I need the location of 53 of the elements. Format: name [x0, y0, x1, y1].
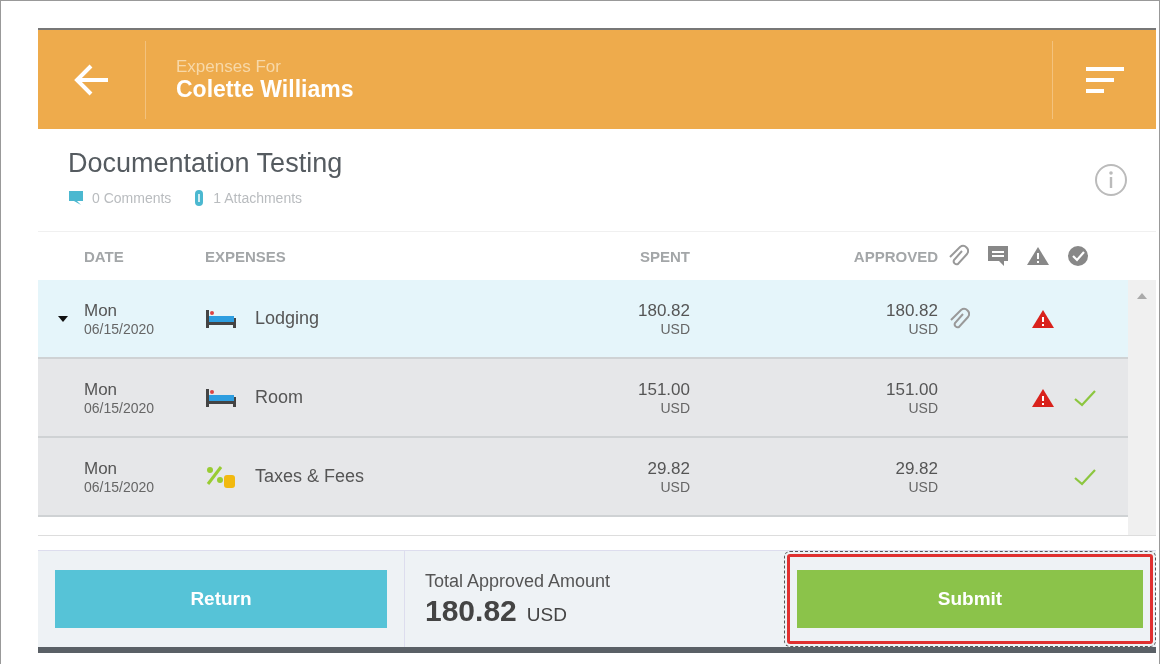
- expense-row[interactable]: Mon 06/15/2020 Lodging 180.82 USD 180.82 USD: [38, 280, 1128, 359]
- day-text: Mon: [84, 379, 119, 400]
- column-header: DATE: [84, 247, 125, 265]
- percent-coin-icon: [205, 464, 237, 489]
- currency-text: USD: [908, 478, 938, 495]
- day-text: Mon: [84, 300, 119, 321]
- header-subtitle: Expenses For: [176, 56, 282, 77]
- bed-icon: [205, 307, 237, 330]
- expense-name: Taxes & Fees: [255, 466, 365, 487]
- paperclip-icon[interactable]: [948, 306, 970, 331]
- date-text: 06/15/2020: [84, 399, 156, 416]
- currency-text: USD: [908, 399, 938, 416]
- spent-amount: 29.82: [647, 458, 690, 479]
- approved-amount: 29.82: [895, 458, 938, 479]
- currency-text: USD: [660, 320, 690, 337]
- column-header: EXPENSES: [205, 247, 287, 265]
- paperclip-icon: [947, 244, 969, 268]
- column-header: APPROVED: [852, 247, 938, 265]
- scrollbar[interactable]: [1128, 280, 1156, 535]
- expense-name: Lodging: [255, 308, 320, 329]
- expense-row[interactable]: Mon 06/15/2020 Taxes & Fees 29.82 USD 29.82 USD: [38, 438, 1128, 517]
- date-text: 06/15/2020: [84, 320, 156, 337]
- currency-text: USD: [908, 320, 938, 337]
- paperclip-icon: [193, 188, 206, 207]
- approved-amount: 151.00: [886, 379, 938, 400]
- currency-text: USD: [660, 478, 690, 495]
- submit-button[interactable]: Submit: [797, 570, 1143, 628]
- total-amount: 180.82: [425, 593, 517, 628]
- scroll-up-icon[interactable]: [1136, 292, 1148, 300]
- report-title: Documentation Testing: [68, 147, 344, 179]
- comment-icon: [987, 245, 1009, 267]
- total-currency: USD: [526, 603, 567, 626]
- expense-row[interactable]: Mon 06/15/2020 Room 151.00 USD 151.00 USD: [38, 359, 1128, 438]
- day-text: Mon: [84, 458, 119, 479]
- attachments-count[interactable]: 1 Attachments: [213, 189, 303, 206]
- comments-count[interactable]: 0 Comments: [92, 189, 172, 206]
- spent-amount: 151.00: [638, 379, 690, 400]
- warning-icon: [1026, 246, 1050, 266]
- info-icon[interactable]: [1094, 163, 1128, 197]
- caret-icon[interactable]: [57, 314, 69, 323]
- spent-amount: 180.82: [638, 300, 690, 321]
- currency-text: USD: [660, 399, 690, 416]
- expense-name: Room: [255, 387, 303, 408]
- column-header: SPENT: [639, 247, 690, 265]
- comment-icon: [68, 189, 84, 206]
- sort-icon: [1085, 64, 1124, 95]
- return-button[interactable]: Return: [55, 570, 387, 628]
- date-text: 06/15/2020: [84, 478, 156, 495]
- total-label: Total Approved Amount: [425, 570, 612, 592]
- bed-icon: [205, 386, 237, 409]
- check-circle-icon: [1067, 245, 1089, 267]
- approved-amount: 180.82: [886, 300, 938, 321]
- header-title: Colette Williams: [176, 75, 355, 103]
